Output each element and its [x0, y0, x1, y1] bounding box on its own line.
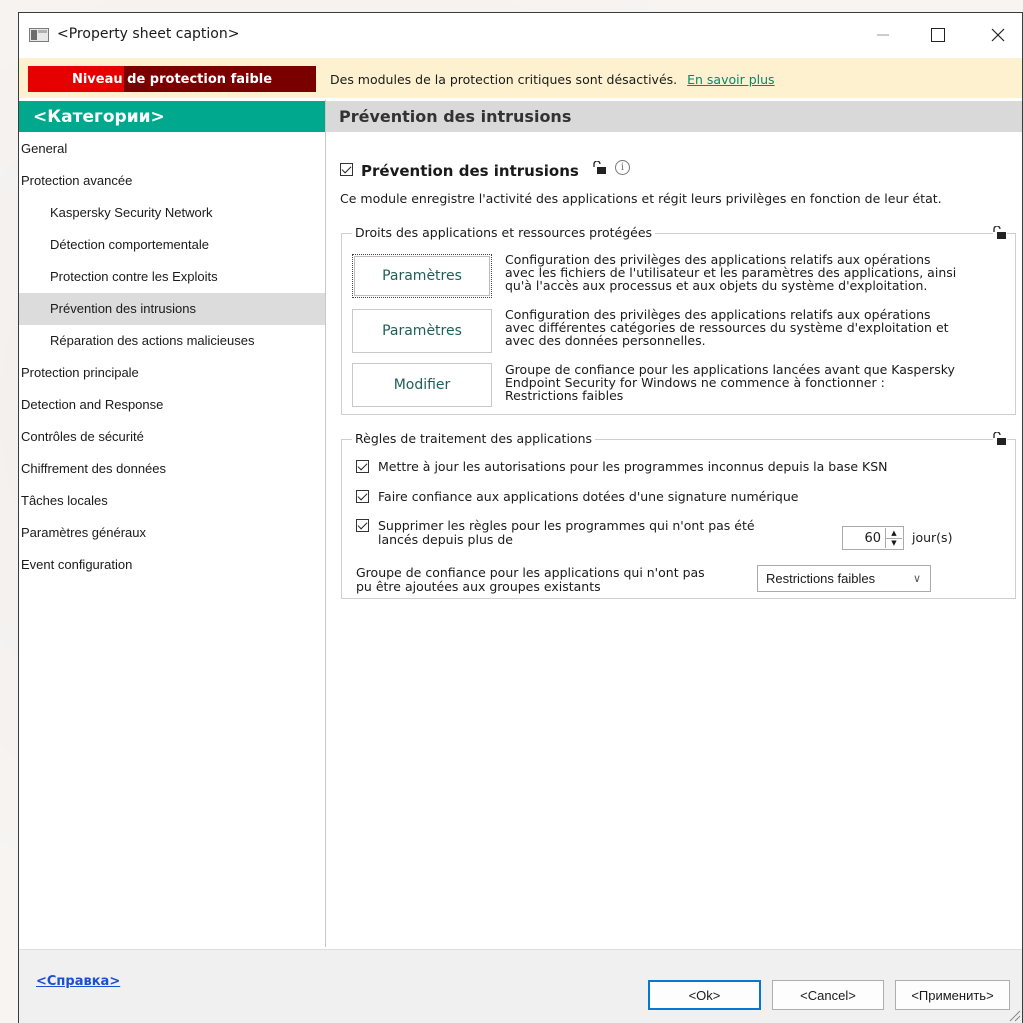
days-unit-label: jour(s) — [912, 530, 953, 545]
title-bar: <Property sheet caption> — [19, 13, 1022, 56]
rules-group-legend: Règles de traitement des applications — [352, 431, 595, 446]
rules-group: Règles de traitement des applications Me… — [341, 431, 1016, 599]
sidebar-item-data-encryption[interactable]: Chiffrement des données — [19, 453, 325, 485]
sidebar-item-exploit-prevention[interactable]: Protection contre les Exploits — [19, 261, 325, 293]
trust-group-select-label-line: Groupe de confiance pour les application… — [356, 565, 705, 580]
minimize-button[interactable] — [859, 13, 907, 56]
sidebar-item-remediation-engine[interactable]: Réparation des actions malicieuses — [19, 325, 325, 357]
resource-rights-desc-line: avec des données personnelles. — [505, 333, 706, 348]
help-link[interactable]: <Справка> — [36, 974, 120, 989]
module-description: Ce module enregistre l'activité des appl… — [340, 191, 942, 206]
module-title: Prévention des intrusions — [361, 162, 579, 180]
delete-rules-label: Supprimer les règles pour les programmes… — [378, 519, 755, 547]
trust-signed-checkbox[interactable] — [356, 490, 369, 503]
sidebar-item-ksn[interactable]: Kaspersky Security Network — [19, 197, 325, 229]
rules-group-lock-icon[interactable] — [993, 432, 1007, 446]
module-enable-checkbox[interactable] — [340, 163, 353, 176]
delete-rules-label-line: Supprimer les règles pour les programmes… — [378, 518, 755, 533]
trust-group-select-label-line: pu être ajoutées aux groupes existants — [356, 579, 601, 594]
rights-group-lock-icon[interactable] — [993, 226, 1007, 240]
dialog-footer: <Справка> <Ok> <Cancel> <Применить> — [19, 949, 1022, 1023]
chevron-down-icon: ∨ — [912, 573, 921, 585]
property-sheet-window: <Property sheet caption> Niveau de prote… — [18, 12, 1023, 1023]
sidebar-item-local-tasks[interactable]: Tâches locales — [19, 485, 325, 517]
update-ksn-label: Mettre à jour les autorisations pour les… — [378, 459, 888, 474]
sidebar-item-security-controls[interactable]: Contrôles de sécurité — [19, 421, 325, 453]
rights-group: Droits des applications et ressources pr… — [341, 225, 1016, 415]
main-panel: Prévention des intrusions Prévention des… — [326, 100, 1022, 947]
sidebar-item-detection-response[interactable]: Detection and Response — [19, 389, 325, 421]
ok-button[interactable]: <Ok> — [648, 980, 761, 1010]
trust-group-select-value: Restrictions faibles — [766, 571, 876, 586]
delete-rules-label-line: lancés depuis plus de — [378, 532, 513, 547]
trust-group-description: Groupe de confiance pour les application… — [505, 363, 1005, 402]
trust-group-modify-button[interactable]: Modifier — [352, 363, 492, 407]
category-sidebar: <Категории> General Protection avancée K… — [19, 100, 326, 947]
close-icon — [991, 28, 1005, 41]
trust-group-select-label: Groupe de confiance pour les application… — [356, 566, 705, 594]
sidebar-item-intrusion-prevention[interactable]: Prévention des intrusions — [19, 293, 325, 325]
cancel-button[interactable]: <Cancel> — [772, 980, 884, 1010]
page-title: Prévention des intrusions — [326, 101, 1022, 132]
file-rights-desc-line: qu'à l'accès aux processus et aux objets… — [505, 278, 928, 293]
rights-group-legend: Droits des applications et ressources pr… — [352, 225, 656, 240]
minimize-icon — [877, 34, 889, 35]
trust-signed-label: Faire confiance aux applications dotées … — [378, 489, 799, 504]
delete-rules-checkbox[interactable] — [356, 519, 369, 532]
window-title: <Property sheet caption> — [57, 26, 240, 42]
resize-grip-icon[interactable] — [1009, 1010, 1021, 1022]
sidebar-item-general-settings[interactable]: Paramètres généraux — [19, 517, 325, 549]
resource-rights-description: Configuration des privilèges des applica… — [505, 308, 1005, 347]
resource-rights-settings-button[interactable]: Paramètres — [352, 309, 492, 353]
maximize-icon — [931, 27, 945, 42]
sidebar-header: <Категории> — [19, 101, 325, 132]
learn-more-link[interactable]: En savoir plus — [687, 72, 774, 87]
protection-level-badge: Niveau de protection faible — [28, 66, 316, 92]
apply-button[interactable]: <Применить> — [895, 980, 1010, 1010]
maximize-button[interactable] — [914, 13, 962, 56]
status-message-text: Des modules de la protection critiques s… — [330, 72, 678, 87]
days-stepper-arrows: ▲ ▼ — [885, 528, 902, 548]
sidebar-item-advanced-protection[interactable]: Protection avancée — [19, 165, 325, 197]
sidebar-item-general[interactable]: General — [19, 133, 325, 165]
update-ksn-checkbox[interactable] — [356, 460, 369, 473]
app-window-icon — [29, 28, 49, 42]
sidebar-item-event-configuration[interactable]: Event configuration — [19, 549, 325, 581]
info-icon[interactable]: i — [615, 160, 630, 175]
days-stepper[interactable]: 60 ▲ ▼ — [842, 526, 904, 550]
decrement-arrow-icon[interactable]: ▼ — [886, 538, 902, 548]
sidebar-item-behavior-detection[interactable]: Détection comportementale — [19, 229, 325, 261]
lock-icon[interactable] — [593, 161, 607, 175]
trust-group-select[interactable]: Restrictions faibles ∨ — [757, 565, 931, 592]
days-value: 60 — [864, 531, 881, 546]
trust-group-desc-line: Restrictions faibles — [505, 388, 624, 403]
file-rights-settings-button[interactable]: Paramètres — [352, 254, 492, 298]
status-message: Des modules de la protection critiques s… — [330, 72, 775, 87]
file-rights-description: Configuration des privilèges des applica… — [505, 253, 1005, 292]
close-button[interactable] — [974, 13, 1022, 56]
protection-status-bar: Niveau de protection faible Des modules … — [19, 58, 1022, 98]
sidebar-item-essential-protection[interactable]: Protection principale — [19, 357, 325, 389]
